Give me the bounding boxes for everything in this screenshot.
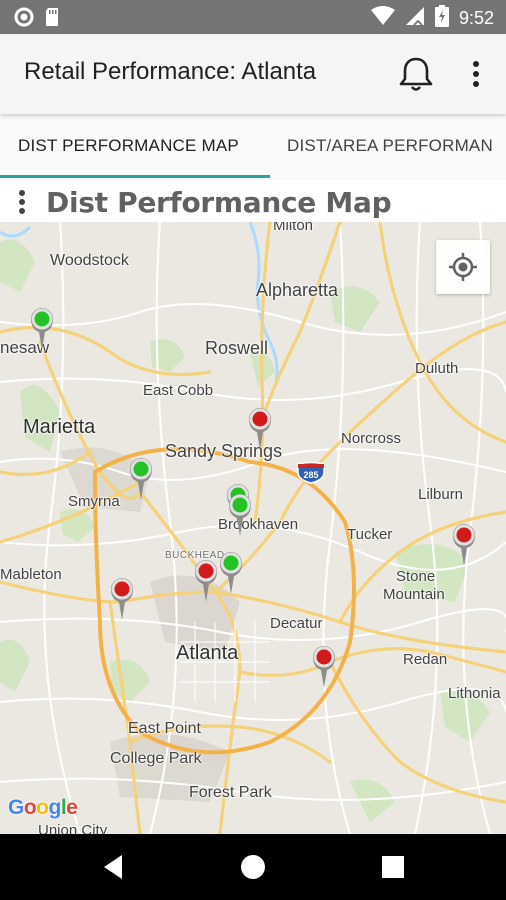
app-title: Retail Performance: Atlanta <box>24 58 317 85</box>
signal-icon <box>405 6 425 30</box>
circle-status-icon <box>14 7 34 31</box>
place-label-decatur: Decatur <box>270 615 323 632</box>
tab-indicator <box>0 175 270 178</box>
map-marker-red[interactable] <box>192 558 220 602</box>
more-vert-icon <box>473 61 479 87</box>
place-label-mountain: Mountain <box>383 586 445 603</box>
status-time: 9:52 <box>458 7 494 28</box>
home-button[interactable] <box>233 847 273 887</box>
interstate-shield-number: 285 <box>303 470 318 480</box>
map-marker-green[interactable] <box>127 456 155 500</box>
section-header: Dist Performance Map <box>0 180 506 224</box>
map-marker-red[interactable] <box>450 522 478 566</box>
my-location-icon <box>449 253 477 281</box>
tab-strip: DIST PERFORMANCE MAP DIST/AREA PERFORMAN <box>0 114 506 180</box>
place-label-smyrna: Smyrna <box>68 493 120 510</box>
place-label-college-park: College Park <box>110 750 202 767</box>
interstate-shield-icon: 285 <box>296 461 326 484</box>
recents-icon <box>382 856 404 878</box>
google-attribution-logo: Google <box>8 796 78 819</box>
place-label-milton: Milton <box>273 222 314 234</box>
place-label-mableton: Mableton <box>0 566 62 583</box>
back-button[interactable] <box>94 847 134 887</box>
place-label-marietta: Marietta <box>23 416 96 438</box>
tab-dist-area-performance[interactable]: DIST/AREA PERFORMAN <box>287 136 493 156</box>
my-location-button[interactable] <box>436 240 490 294</box>
section-menu-button[interactable] <box>12 188 32 216</box>
place-label-alpharetta: Alpharetta <box>256 280 339 300</box>
place-label-roswell: Roswell <box>205 338 269 358</box>
map-marker-red[interactable] <box>310 644 338 688</box>
wifi-icon <box>370 6 395 30</box>
place-label-forest-park: Forest Park <box>189 784 272 801</box>
map-marker-red[interactable] <box>246 406 274 450</box>
bell-icon <box>399 57 433 91</box>
place-label-norcross: Norcross <box>341 430 402 447</box>
place-label-woodstock: Woodstock <box>50 252 129 269</box>
back-icon <box>104 855 122 879</box>
status-bar: 9:52 <box>0 0 506 34</box>
overflow-menu-button[interactable] <box>460 56 492 92</box>
place-label-east-point: East Point <box>128 720 201 737</box>
map-marker-green[interactable] <box>226 492 254 536</box>
place-label-east-cobb: East Cobb <box>143 382 214 399</box>
place-label-atlanta: Atlanta <box>176 642 239 664</box>
place-label-lithonia: Lithonia <box>448 685 501 702</box>
map-view[interactable]: Milton Woodstock Alpharetta Roswell nesa… <box>0 222 506 834</box>
more-vert-icon <box>19 190 25 214</box>
tab-dist-performance-map[interactable]: DIST PERFORMANCE MAP <box>18 136 239 156</box>
sd-card-icon <box>44 7 60 31</box>
map-marker-red[interactable] <box>108 576 136 620</box>
place-label-stone: Stone <box>396 568 436 585</box>
battery-charging-icon <box>434 5 449 31</box>
place-label-duluth: Duluth <box>415 360 459 377</box>
place-label-tucker: Tucker <box>347 526 393 543</box>
home-icon <box>241 855 265 879</box>
map-marker-green[interactable] <box>217 550 245 594</box>
place-label-lilburn: Lilburn <box>418 486 464 503</box>
map-marker-green[interactable] <box>28 306 56 350</box>
notifications-button[interactable] <box>396 54 436 94</box>
place-label-redan: Redan <box>403 651 448 668</box>
section-title: Dist Performance Map <box>46 186 392 219</box>
app-bar: Retail Performance: Atlanta <box>0 34 506 114</box>
recents-button[interactable] <box>373 847 413 887</box>
navigation-bar <box>0 834 506 900</box>
place-label-union-city: Union City <box>38 822 108 834</box>
